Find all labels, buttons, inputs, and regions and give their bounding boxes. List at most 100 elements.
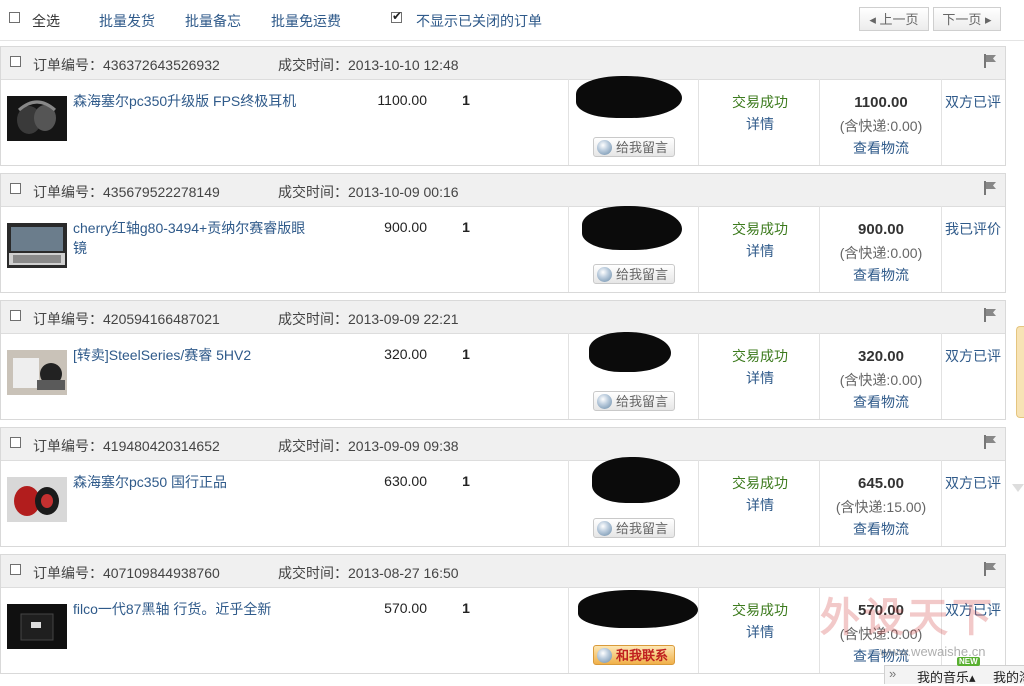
product-thumbnail[interactable]: [7, 96, 67, 141]
deal-time: 成交时间：2013-10-09 00:16: [278, 184, 459, 200]
site-watermark: 外设天下: [820, 595, 996, 641]
order-toolbar: 全选 批量发货 批量备忘 批量免运费 不显示已关闭的订单 ◂ 上一页 下一页 ▸: [0, 0, 1024, 41]
cell-divider: [819, 206, 820, 292]
product-thumbnail[interactable]: [7, 604, 67, 649]
order-detail-link[interactable]: 详情: [701, 495, 819, 515]
order-header: 订单编号：436372643526932 成交时间：2013-10-10 12:4…: [1, 47, 1005, 80]
order-total: 900.00: [858, 221, 904, 238]
cell-divider: [568, 333, 569, 419]
review-status-link[interactable]: 我已评价: [945, 219, 1007, 239]
cell-divider: [941, 333, 942, 419]
redacted-buyer-info: [576, 76, 682, 118]
view-logistics-link[interactable]: 查看物流: [821, 392, 941, 412]
view-logistics-link[interactable]: 查看物流: [821, 519, 941, 539]
cell-divider: [568, 587, 569, 673]
flag-icon[interactable]: [983, 562, 997, 576]
batch-free-shipping-link[interactable]: 批量免运费: [271, 11, 341, 31]
view-logistics-link[interactable]: 查看物流: [821, 265, 941, 285]
cell-divider: [698, 587, 699, 673]
order-select-checkbox[interactable]: [10, 183, 21, 194]
order-select-checkbox[interactable]: [10, 437, 21, 448]
cell-divider: [698, 460, 699, 546]
expand-arrow-icon[interactable]: »: [889, 666, 896, 681]
product-thumbnail[interactable]: [7, 350, 67, 395]
order-number: 订单编号：436372643526932: [33, 57, 220, 73]
wangwang-icon: [597, 267, 612, 282]
quantity: 1: [462, 92, 470, 108]
prev-page-button[interactable]: ◂ 上一页: [859, 7, 929, 31]
next-page-button[interactable]: 下一页 ▸: [933, 7, 1001, 31]
review-status-link[interactable]: 双方已评: [945, 346, 1007, 366]
order-card: 订单编号：436372643526932 成交时间：2013-10-10 12:4…: [0, 46, 1006, 166]
redacted-buyer-info: [578, 590, 698, 628]
flag-icon[interactable]: [983, 308, 997, 322]
side-feedback-tab[interactable]: [1016, 326, 1024, 418]
cell-divider: [941, 79, 942, 165]
wangwang-icon: [597, 140, 612, 155]
select-all-label[interactable]: 全选: [32, 11, 60, 31]
product-title-link[interactable]: 森海塞尔pc350 国行正品: [73, 472, 313, 492]
product-thumbnail[interactable]: [7, 223, 67, 268]
order-header: 订单编号：419480420314652 成交时间：2013-09-09 09:3…: [1, 428, 1005, 461]
order-detail-link[interactable]: 详情: [701, 114, 819, 134]
my-music-link[interactable]: 我的音乐▴: [917, 667, 976, 686]
order-status: 交易成功: [732, 348, 788, 364]
order-select-checkbox[interactable]: [10, 56, 21, 67]
cell-divider: [698, 79, 699, 165]
cell-divider: [568, 460, 569, 546]
product-title-link[interactable]: 森海塞尔pc350升级版 FPS终极耳机: [73, 91, 313, 111]
quantity: 1: [462, 346, 470, 362]
review-status-link[interactable]: 双方已评: [945, 92, 1007, 112]
select-all-checkbox[interactable]: [9, 12, 20, 23]
order-detail-link[interactable]: 详情: [701, 368, 819, 388]
cell-divider: [941, 460, 942, 546]
batch-note-link[interactable]: 批量备忘: [185, 11, 241, 31]
unit-price: 320.00: [384, 346, 427, 362]
order-status: 交易成功: [732, 221, 788, 237]
cell-divider: [568, 79, 569, 165]
hide-closed-checkbox[interactable]: [391, 9, 402, 23]
bottom-taskbar: » 我的音乐▴ NEW 我的淘: [884, 657, 1024, 686]
review-status-link[interactable]: 双方已评: [945, 473, 1007, 493]
cell-divider: [698, 206, 699, 292]
side-scroll-arrow-icon[interactable]: [1012, 484, 1024, 492]
order-detail-link[interactable]: 详情: [701, 241, 819, 261]
shipping-fee: (含快递:0.00): [839, 118, 923, 134]
flag-icon[interactable]: [983, 181, 997, 195]
wangwang-icon: [597, 521, 612, 536]
order-detail-link[interactable]: 详情: [701, 622, 819, 642]
leave-message-button[interactable]: 给我留言: [593, 518, 675, 538]
unit-price: 1100.00: [377, 92, 427, 108]
product-title-link[interactable]: filco一代87黑轴 行货。近乎全新: [73, 599, 313, 619]
hide-closed-label[interactable]: 不显示已关闭的订单: [416, 11, 542, 31]
product-title-link[interactable]: cherry红轴g80-3494+贡纳尔赛睿版眼镜: [73, 218, 313, 258]
product-thumbnail[interactable]: [7, 477, 67, 522]
order-status: 交易成功: [732, 475, 788, 491]
cell-divider: [819, 333, 820, 419]
quantity: 1: [462, 473, 470, 489]
deal-time: 成交时间：2013-09-09 22:21: [278, 311, 459, 327]
flag-icon[interactable]: [983, 435, 997, 449]
flag-icon[interactable]: [983, 54, 997, 68]
unit-price: 630.00: [384, 473, 427, 489]
redacted-buyer-info: [589, 332, 671, 372]
order-status: 交易成功: [732, 94, 788, 110]
order-number: 订单编号：435679522278149: [33, 184, 220, 200]
my-taobao-link[interactable]: 我的淘: [993, 667, 1024, 686]
leave-message-button[interactable]: 给我留言: [593, 391, 675, 411]
shipping-fee: (含快递:0.00): [839, 372, 923, 388]
cell-divider: [819, 460, 820, 546]
order-select-checkbox[interactable]: [10, 310, 21, 321]
unit-price: 900.00: [384, 219, 427, 235]
order-card: 订单编号：435679522278149 成交时间：2013-10-09 00:1…: [0, 173, 1006, 293]
product-title-link[interactable]: [转卖]SteelSeries/赛睿 5HV2: [73, 345, 313, 365]
leave-message-button[interactable]: 给我留言: [593, 137, 675, 157]
order-total: 645.00: [858, 475, 904, 492]
view-logistics-link[interactable]: 查看物流: [821, 138, 941, 158]
contact-me-button[interactable]: 和我联系: [593, 645, 675, 665]
order-number: 订单编号：420594166487021: [33, 311, 220, 327]
leave-message-button[interactable]: 给我留言: [593, 264, 675, 284]
redacted-buyer-info: [592, 457, 680, 503]
order-select-checkbox[interactable]: [10, 564, 21, 575]
batch-ship-link[interactable]: 批量发货: [99, 11, 155, 31]
